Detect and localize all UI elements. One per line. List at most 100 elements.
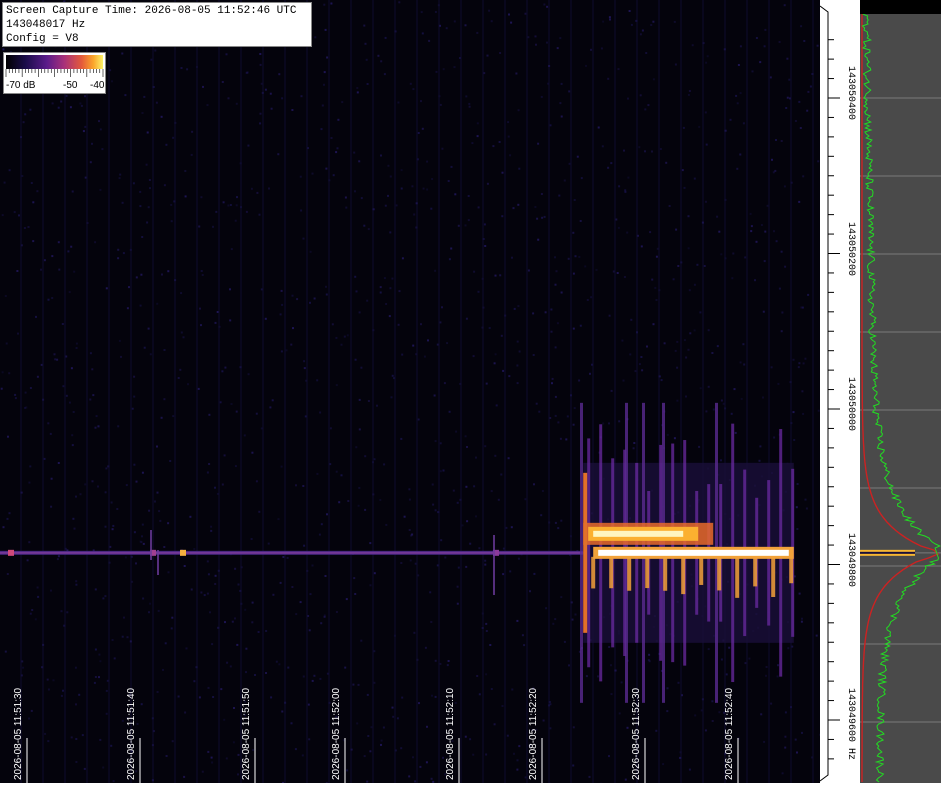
noise-speck (278, 73, 280, 75)
noise-speck (694, 284, 696, 286)
noise-speck (779, 41, 781, 43)
burst-column (587, 438, 590, 667)
noise-speck (364, 455, 366, 457)
noise-speck (380, 292, 382, 294)
noise-speck (208, 687, 210, 689)
noise-speck (290, 344, 292, 346)
noise-speck (495, 353, 497, 355)
noise-speck (665, 162, 667, 164)
noise-speck (708, 648, 710, 650)
noise-speck (101, 148, 103, 150)
noise-speck (390, 176, 392, 178)
faint-column (724, 0, 726, 783)
noise-speck (56, 359, 58, 361)
noise-speck (215, 575, 217, 577)
noise-speck (201, 270, 203, 272)
noise-speck (37, 596, 39, 598)
noise-speck (550, 309, 552, 311)
noise-speck (345, 197, 347, 199)
noise-speck (356, 722, 358, 724)
noise-speck (804, 358, 806, 360)
noise-speck (528, 270, 530, 272)
noise-speck (7, 518, 9, 520)
noise-speck (312, 680, 314, 682)
noise-speck (609, 19, 611, 21)
faint-column (350, 0, 352, 783)
noise-speck (765, 675, 767, 677)
faint-column (394, 0, 396, 783)
colorbar-label-max: -40 (90, 80, 104, 91)
noise-speck (98, 425, 100, 427)
noise-speck (265, 672, 267, 674)
noise-speck (295, 748, 297, 750)
noise-speck (66, 611, 68, 613)
noise-speck (743, 122, 745, 124)
noise-speck (517, 305, 519, 307)
noise-speck (234, 568, 236, 570)
noise-speck (434, 270, 436, 272)
noise-speck (509, 570, 511, 572)
noise-speck (787, 647, 789, 649)
noise-speck (446, 342, 448, 344)
noise-speck (32, 240, 34, 242)
noise-speck (353, 152, 355, 154)
noise-speck (2, 48, 4, 50)
noise-speck (519, 351, 521, 353)
noise-speck (303, 545, 305, 547)
noise-speck (94, 241, 96, 243)
noise-speck (52, 102, 54, 104)
noise-speck (200, 324, 202, 326)
noise-speck (367, 694, 369, 696)
noise-speck (385, 205, 387, 207)
noise-speck (136, 481, 138, 483)
noise-speck (694, 714, 696, 716)
noise-speck (771, 159, 773, 161)
noise-speck (738, 64, 740, 66)
noise-speck (627, 177, 629, 179)
noise-speck (410, 559, 412, 561)
noise-speck (134, 531, 136, 533)
noise-speck (454, 193, 456, 195)
noise-speck (312, 173, 314, 175)
noise-speck (277, 153, 279, 155)
noise-speck (513, 753, 515, 755)
noise-speck (795, 739, 797, 741)
noise-speck (122, 720, 124, 722)
noise-speck (607, 78, 609, 80)
burst-drip (591, 557, 595, 589)
noise-speck (281, 290, 283, 292)
noise-speck (71, 434, 73, 436)
noise-speck (336, 611, 338, 613)
noise-speck (71, 367, 73, 369)
noise-speck (258, 631, 260, 633)
burst-onset (583, 473, 587, 633)
noise-speck (300, 601, 302, 603)
noise-speck (291, 109, 293, 111)
noise-speck (140, 274, 142, 276)
noise-speck (332, 323, 334, 325)
noise-speck (2, 371, 4, 373)
noise-speck (50, 506, 52, 508)
noise-speck (84, 768, 86, 770)
noise-speck (235, 220, 237, 222)
noise-speck (208, 414, 210, 416)
noise-speck (111, 502, 113, 504)
noise-speck (676, 367, 678, 369)
noise-speck (75, 667, 77, 669)
noise-speck (251, 188, 253, 190)
noise-speck (621, 681, 623, 683)
noise-speck (760, 713, 762, 715)
noise-speck (682, 169, 684, 171)
time-tick (645, 738, 646, 783)
noise-speck (67, 250, 69, 252)
noise-speck (426, 726, 428, 728)
noise-speck (123, 617, 125, 619)
noise-speck (537, 143, 539, 145)
noise-speck (787, 97, 789, 99)
noise-speck (238, 584, 240, 586)
noise-speck (575, 255, 577, 257)
noise-speck (95, 427, 97, 429)
noise-speck (541, 193, 543, 195)
noise-speck (431, 178, 433, 180)
noise-speck (154, 501, 156, 503)
